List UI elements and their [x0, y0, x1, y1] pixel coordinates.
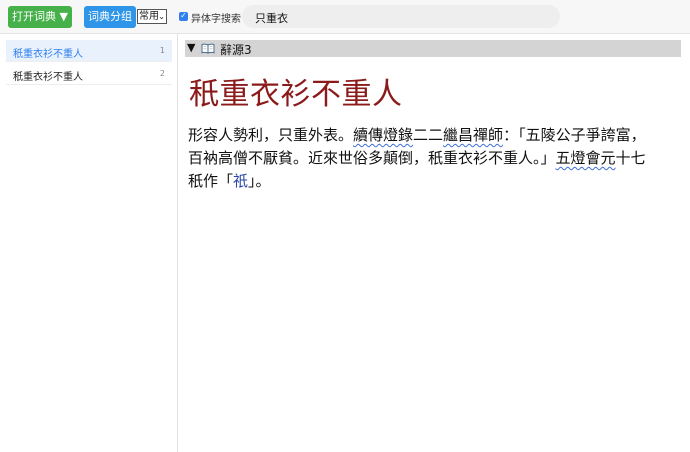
search-input-value: 只重衣 — [255, 12, 288, 25]
group-select[interactable]: 常用 ⌄ — [137, 9, 167, 24]
source-author-name: 繼昌禪師 — [443, 126, 504, 144]
definition-text: 二二 — [413, 126, 444, 144]
toolbar: 打开词典 ▼ 词典分组 常用 ⌄ ✓ 异体字搜索 只重衣 — [0, 0, 690, 34]
triangle-down-icon[interactable]: ▼ — [187, 41, 195, 54]
definition-text: 秖作「 — [188, 172, 234, 190]
definition-text: 」。 — [248, 172, 271, 190]
variant-search-checkbox[interactable]: ✓ — [179, 11, 188, 21]
definition-line: 秖作「祇」。 — [188, 170, 680, 193]
definition-line: 形容人勢利，只重外表。續傳燈錄二二繼昌禪師：「五陵公子爭誇富， — [188, 124, 680, 147]
group-select-value: 常用 — [139, 11, 159, 22]
definition-text: 形容人勢利，只重外表。 — [188, 126, 354, 144]
variant-search-label: 异体字搜索 — [191, 14, 241, 25]
dictionary-name: 辭源3 — [220, 43, 252, 57]
list-item[interactable]: 秖重衣衫不重人 1 — [6, 40, 172, 62]
cross-reference-link[interactable]: 祇 — [233, 172, 248, 190]
list-item-count: 1 — [159, 46, 165, 55]
book-icon — [201, 43, 215, 54]
list-item-label: 秖重衣衫不重人 — [13, 49, 83, 60]
source-book-name: 五燈會元 — [555, 149, 616, 167]
dictionary-section-header[interactable]: ▼ 辭源3 — [185, 40, 681, 57]
dictionary-group-button[interactable]: 词典分组 — [84, 6, 136, 28]
entry-headword: 秖重衣衫不重人 — [189, 77, 403, 112]
definition-line: 百衲高僧不厭貧。近來世俗多顛倒，秖重衣衫不重人。」五燈會元十七 — [188, 147, 680, 170]
list-item-label: 秖重衣衫不重人 — [13, 72, 83, 83]
definition-text: 十七 — [615, 149, 646, 167]
entry-panel: ▼ 辭源3 秖重衣衫不重人 形容人勢利，只重外表。續傳燈錄二二繼昌禪師：「五陵公… — [178, 34, 690, 452]
entry-definition: 形容人勢利，只重外表。續傳燈錄二二繼昌禪師：「五陵公子爭誇富， 百衲高僧不厭貧。… — [188, 124, 680, 193]
list-item-count: 2 — [159, 69, 165, 78]
open-dictionary-button[interactable]: 打开词典 ▼ — [8, 6, 72, 28]
definition-text: ：「五陵公子爭誇富， — [503, 126, 646, 144]
list-item[interactable]: 秖重衣衫不重人 2 — [6, 63, 172, 85]
source-book-name: 續傳燈錄 — [353, 126, 414, 144]
chevron-down-icon: ⌄ — [158, 12, 165, 21]
search-input[interactable]: 只重衣 — [242, 5, 560, 28]
definition-text: 百衲高僧不厭貧。近來世俗多顛倒，秖重衣衫不重人。」 — [188, 149, 556, 167]
result-list: 秖重衣衫不重人 1 秖重衣衫不重人 2 — [0, 34, 178, 452]
checkbox-checked-icon: ✓ — [180, 11, 187, 20]
